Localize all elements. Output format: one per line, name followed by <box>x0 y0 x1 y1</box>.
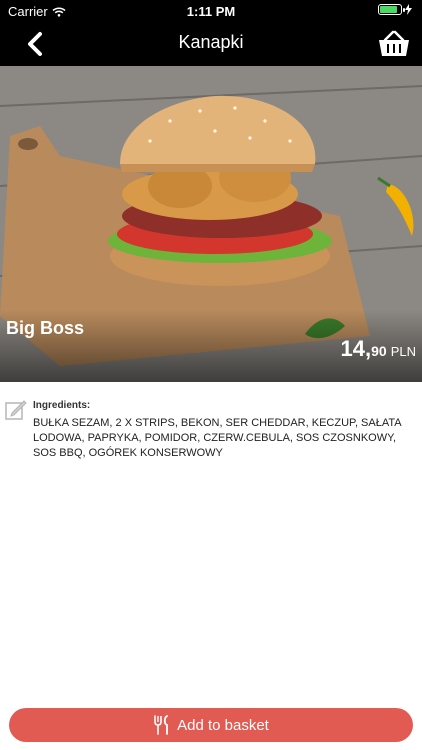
ingredients-text: BUŁKA SEZAM, 2 X STRIPS, BEKON, SER CHED… <box>33 417 401 459</box>
battery-level <box>380 6 397 13</box>
product-price: 14,90 PLN <box>341 336 416 362</box>
battery-icon <box>378 4 405 15</box>
price-amount: 14,90 <box>340 336 387 361</box>
price-currency: PLN <box>390 344 416 359</box>
add-to-basket-label: Add to basket <box>177 716 269 734</box>
status-time: 1:11 PM <box>186 4 236 19</box>
battery <box>378 4 412 15</box>
product-image: Big Boss 14,90 PLN <box>0 66 422 382</box>
charging-bolt-icon <box>405 4 412 15</box>
edit-note-icon <box>5 400 27 420</box>
basket-icon[interactable] <box>376 28 412 60</box>
status-bar: Carrier 1:11 PM <box>0 0 422 22</box>
page-title: Kanapki <box>178 32 244 52</box>
nav-bar: Kanapki <box>0 22 422 66</box>
ingredients-label: Ingredients: <box>33 400 91 411</box>
product-name: Big Boss <box>6 318 85 338</box>
cutlery-icon <box>154 715 169 735</box>
add-to-basket-button[interactable]: Add to basket <box>9 708 413 742</box>
